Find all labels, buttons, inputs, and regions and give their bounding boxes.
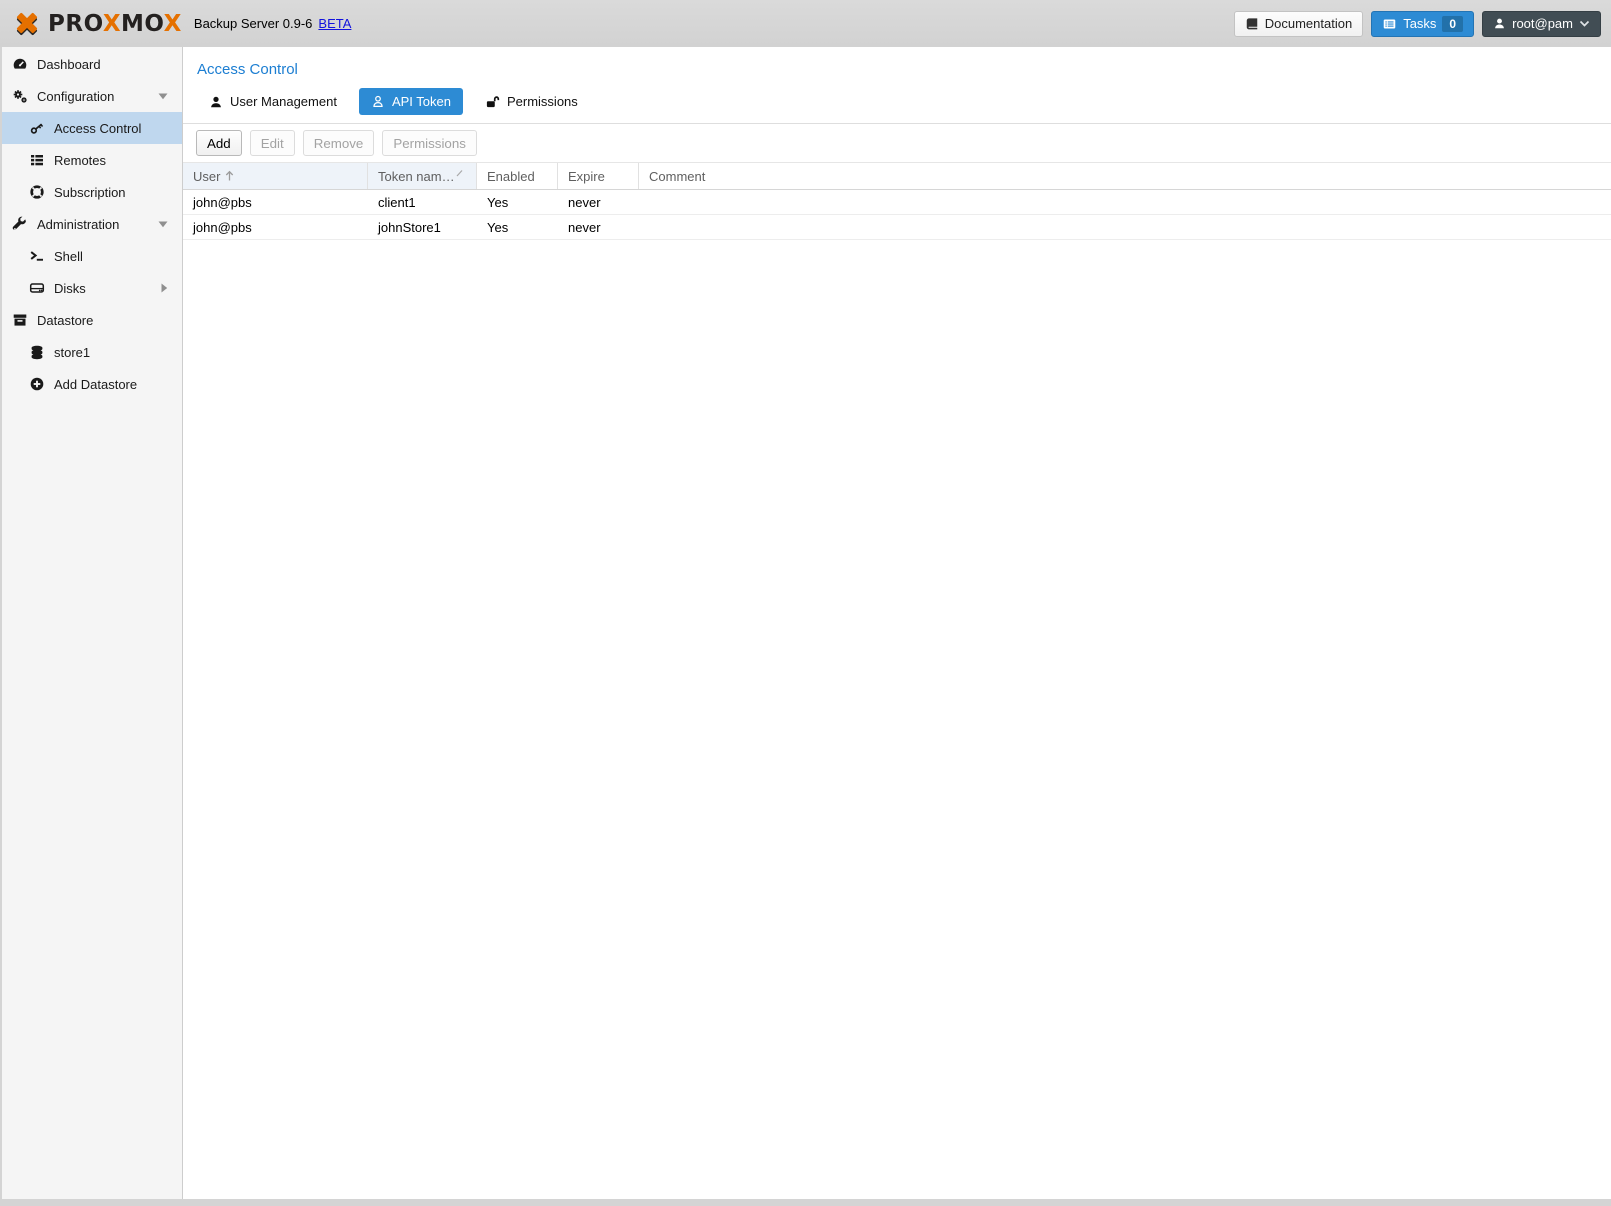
sidebar-item-dashboard[interactable]: Dashboard [2,48,182,80]
column-header-token-name[interactable]: Token nam… [368,163,477,189]
sidebar-item-label: Add Datastore [54,377,137,392]
database-icon [29,344,45,360]
hdd-icon [29,280,45,296]
table-header: User Token nam… Enabled Expire [183,163,1611,190]
chevron-down-icon[interactable] [158,93,168,100]
list-icon [29,152,45,168]
user-icon [1493,17,1506,30]
sidebar-item-shell[interactable]: Shell [2,240,182,272]
sidebar-item-disks[interactable]: Disks [2,272,182,304]
sort-asc-icon [225,170,234,182]
sidebar-item-label: Configuration [37,89,114,104]
table-row[interactable]: john@pbs johnStore1 Yes never [183,215,1611,240]
cell-token-name: johnStore1 [368,220,477,235]
user-menu-button[interactable]: root@pam [1482,11,1601,37]
sidebar-item-store1[interactable]: store1 [2,336,182,368]
cogs-icon [12,88,28,104]
sidebar-item-label: Dashboard [37,57,101,72]
cell-expire: never [558,195,639,210]
archive-icon [12,312,28,328]
cell-user: john@pbs [183,195,368,210]
edit-button[interactable]: Edit [250,130,295,156]
user-icon [209,95,223,109]
chevron-down-icon[interactable] [158,221,168,228]
tasks-button[interactable]: Tasks 0 [1371,11,1474,37]
gauge-icon [12,56,28,72]
remove-button[interactable]: Remove [303,130,375,156]
sidebar-item-label: Shell [54,249,83,264]
unlock-icon [485,95,500,109]
key-icon [29,120,45,136]
tasks-count-badge: 0 [1442,16,1463,32]
wrench-icon [12,216,28,232]
chevron-right-icon[interactable] [161,283,168,293]
cell-expire: never [558,220,639,235]
permissions-button[interactable]: Permissions [382,130,477,156]
toolbar: Add Edit Remove Permissions [183,124,1611,162]
api-token-table: User Token nam… Enabled Expire [183,162,1611,240]
tab-user-management[interactable]: User Management [197,88,349,115]
terminal-icon [29,248,45,264]
sidebar-item-label: Disks [54,281,86,296]
sidebar-item-label: Remotes [54,153,106,168]
tab-label: API Token [392,94,451,109]
sidebar-item-label: store1 [54,345,90,360]
proxmox-x-icon [12,9,42,39]
life-ring-icon [29,184,45,200]
cell-enabled: Yes [477,220,558,235]
sidebar-item-datastore[interactable]: Datastore [2,304,182,336]
column-header-enabled[interactable]: Enabled [477,163,558,189]
tab-bar: User Management API Token Permissions [183,78,1611,124]
sidebar-item-add-datastore[interactable]: Add Datastore [2,368,182,400]
user-menu-label: root@pam [1512,16,1573,31]
documentation-label: Documentation [1265,16,1352,31]
main-panel: Access Control User Management API Token [183,47,1611,1199]
cell-enabled: Yes [477,195,558,210]
app-header: PROXMOX Backup Server 0.9-6 BETA Documen… [0,0,1611,47]
tab-label: Permissions [507,94,578,109]
book-icon [1245,17,1259,31]
sidebar-item-label: Subscription [54,185,126,200]
truncation-mark-icon [456,169,463,177]
add-button[interactable]: Add [196,130,242,156]
plus-circle-icon [29,376,45,392]
tab-api-token[interactable]: API Token [359,88,463,115]
task-list-icon [1382,17,1397,31]
sidebar-item-administration[interactable]: Administration [2,208,182,240]
sidebar-item-label: Access Control [54,121,141,136]
tasks-label: Tasks [1403,16,1436,31]
column-header-comment[interactable]: Comment [639,163,1611,189]
user-outline-icon [371,94,385,109]
sidebar-item-label: Datastore [37,313,93,328]
beta-link[interactable]: BETA [318,16,351,31]
sidebar-item-configuration[interactable]: Configuration [2,80,182,112]
tab-permissions[interactable]: Permissions [473,88,590,115]
product-version: Backup Server 0.9-6 [194,16,313,31]
sidebar-item-access-control[interactable]: Access Control [2,112,182,144]
chevron-down-icon [1579,19,1590,28]
page-title: Access Control [183,47,1611,78]
cell-user: john@pbs [183,220,368,235]
column-header-user[interactable]: User [183,163,368,189]
table-row[interactable]: john@pbs client1 Yes never [183,190,1611,215]
sidebar-item-subscription[interactable]: Subscription [2,176,182,208]
sidebar-item-remotes[interactable]: Remotes [2,144,182,176]
column-header-expire[interactable]: Expire [558,163,639,189]
proxmox-logo: PROXMOX [12,9,182,39]
documentation-button[interactable]: Documentation [1234,11,1363,37]
brand-wordmark: PROXMOX [48,11,182,37]
sidebar: Dashboard [2,47,183,1199]
cell-token-name: client1 [368,195,477,210]
sidebar-item-label: Administration [37,217,119,232]
tab-label: User Management [230,94,337,109]
